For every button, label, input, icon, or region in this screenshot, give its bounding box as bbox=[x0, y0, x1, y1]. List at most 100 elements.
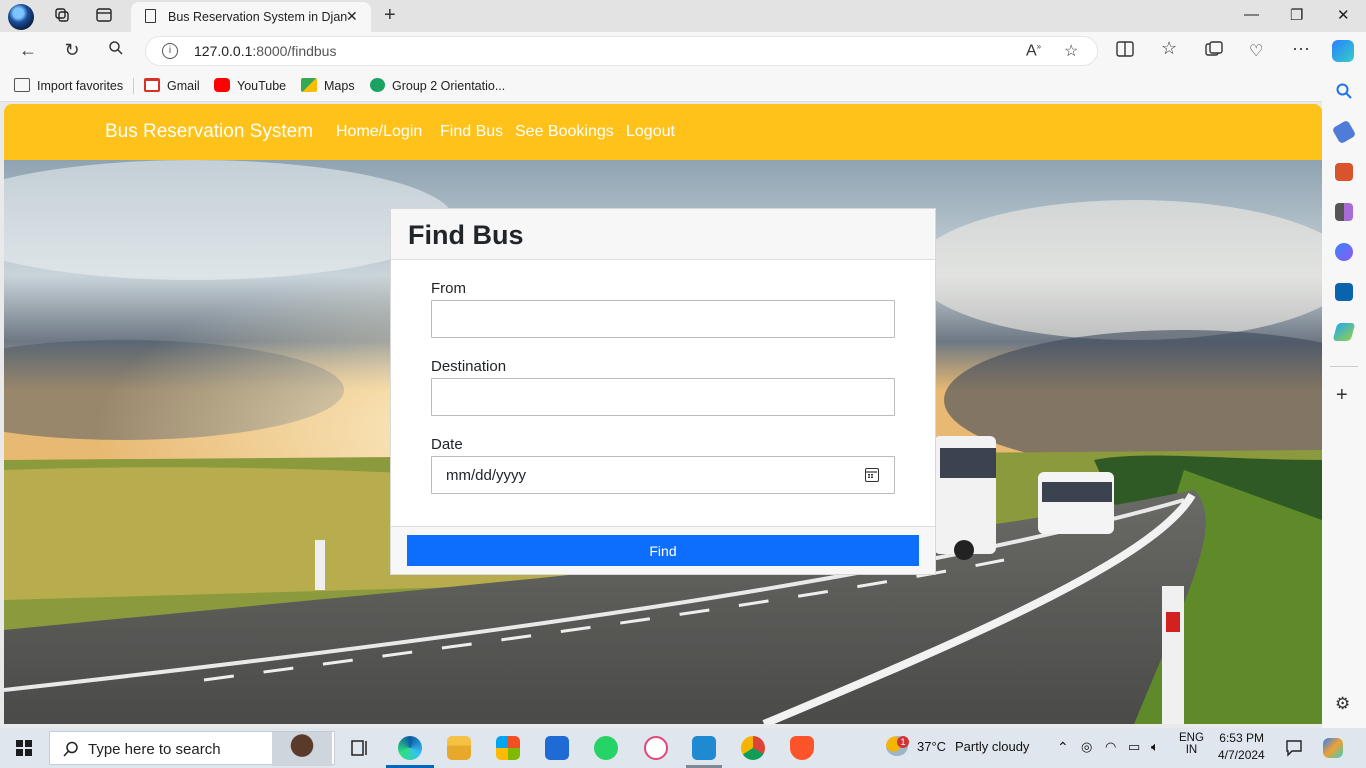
whatsapp-icon[interactable] bbox=[594, 736, 618, 760]
url-host: 127.0.0.1 bbox=[194, 43, 253, 59]
collections-icon[interactable] bbox=[1205, 41, 1223, 62]
notifications-icon[interactable] bbox=[1285, 739, 1303, 762]
youtube-icon bbox=[214, 78, 230, 92]
tab-title: Bus Reservation System in Django bbox=[168, 10, 348, 24]
date-placeholder: mm/dd/yyyy bbox=[446, 467, 527, 484]
read-aloud-icon[interactable]: A» bbox=[1026, 42, 1041, 60]
nav-see-bookings[interactable]: See Bookings bbox=[515, 123, 614, 141]
tools-briefcase-icon[interactable] bbox=[1335, 163, 1353, 181]
new-tab-icon[interactable]: + bbox=[384, 4, 396, 27]
split-screen-icon[interactable] bbox=[1116, 41, 1134, 62]
find-button[interactable]: Find bbox=[407, 535, 919, 566]
fav-maps[interactable]: Maps bbox=[301, 78, 355, 93]
gmail-icon bbox=[144, 78, 160, 92]
from-label: From bbox=[431, 280, 466, 297]
page-icon bbox=[145, 9, 156, 23]
fav-group2[interactable]: Group 2 Orientatio... bbox=[370, 78, 505, 93]
calendar-icon[interactable] bbox=[865, 468, 879, 482]
nav-home-login[interactable]: Home/Login bbox=[336, 123, 422, 141]
mail-icon[interactable] bbox=[545, 736, 569, 760]
file-explorer-icon[interactable] bbox=[447, 736, 471, 760]
favorite-star-icon[interactable]: ☆ bbox=[1064, 41, 1078, 61]
settings-gear-icon[interactable]: ⚙ bbox=[1335, 694, 1350, 714]
address-toolbar: ← ↻ i 127.0.0.1:8000/findbus A» ☆ ☆ ♡ ··… bbox=[0, 32, 1366, 70]
search-icon bbox=[62, 740, 80, 763]
shopping-tag-icon[interactable] bbox=[1331, 119, 1357, 145]
region-code: IN bbox=[1185, 744, 1198, 756]
copilot-taskbar-icon[interactable] bbox=[1323, 738, 1343, 758]
find-bus-card: Find Bus From Destination Date mm/dd/yyy… bbox=[390, 208, 936, 575]
destination-input[interactable] bbox=[431, 378, 895, 416]
fav-gmail[interactable]: Gmail bbox=[144, 78, 200, 93]
fav-divider bbox=[133, 78, 134, 94]
task-view-icon[interactable] bbox=[350, 738, 370, 763]
date-input[interactable]: mm/dd/yyyy bbox=[431, 456, 895, 494]
more-options-icon[interactable]: ··· bbox=[1292, 38, 1310, 59]
card-header: Find Bus bbox=[391, 209, 935, 260]
games-icon[interactable] bbox=[1335, 203, 1353, 221]
refresh-icon[interactable]: ↻ bbox=[60, 40, 84, 61]
maps-icon bbox=[301, 78, 317, 92]
office-icon[interactable] bbox=[1335, 243, 1353, 261]
active-tab[interactable]: Bus Reservation System in Django ✕ bbox=[131, 2, 371, 32]
copilot-icon[interactable] bbox=[1332, 40, 1354, 62]
store-icon[interactable] bbox=[496, 736, 520, 760]
minimize-icon[interactable]: — bbox=[1244, 6, 1259, 23]
edge-app-icon[interactable] bbox=[398, 736, 422, 760]
edge-sidebar: + ⚙ bbox=[1322, 70, 1366, 728]
import-icon bbox=[14, 78, 30, 92]
sidebar-search-icon[interactable] bbox=[1335, 82, 1353, 105]
search-icon[interactable] bbox=[104, 40, 128, 61]
close-tab-icon[interactable]: ✕ bbox=[346, 8, 358, 25]
site-info-icon[interactable]: i bbox=[162, 43, 178, 59]
chrome-icon[interactable] bbox=[741, 736, 765, 760]
brave-icon[interactable] bbox=[790, 736, 814, 760]
from-input[interactable] bbox=[431, 300, 895, 338]
browser-essentials-icon[interactable]: ♡ bbox=[1249, 41, 1263, 61]
brand-link[interactable]: Bus Reservation System bbox=[105, 121, 313, 143]
browser-tab-bar: Bus Reservation System in Django ✕ + — ❐… bbox=[0, 0, 1366, 32]
snipping-tool-icon[interactable] bbox=[644, 736, 668, 760]
weather-temp[interactable]: 37°C bbox=[917, 739, 946, 754]
outlook-icon[interactable] bbox=[1335, 283, 1353, 301]
site-navbar: Bus Reservation System Home/Login Find B… bbox=[4, 104, 1322, 160]
weather-text[interactable]: Partly cloudy bbox=[955, 739, 1029, 754]
wifi-icon[interactable]: ◠ bbox=[1105, 739, 1116, 755]
search-highlight-image bbox=[272, 732, 332, 766]
close-window-icon[interactable]: ✕ bbox=[1337, 6, 1350, 24]
group-icon bbox=[370, 78, 385, 92]
volume-icon[interactable]: 🔈︎ bbox=[1151, 739, 1159, 755]
favorites-icon[interactable]: ☆ bbox=[1161, 38, 1177, 59]
card-footer: Find bbox=[391, 526, 935, 574]
url-input[interactable]: i 127.0.0.1:8000/findbus A» ☆ bbox=[145, 36, 1098, 66]
language-indicator[interactable]: ENG IN bbox=[1179, 732, 1204, 756]
url-path: :8000/findbus bbox=[252, 43, 337, 59]
start-windows-icon[interactable] bbox=[16, 740, 32, 756]
camera-icon[interactable]: ◎ bbox=[1081, 739, 1092, 755]
nav-logout[interactable]: Logout bbox=[626, 123, 675, 141]
vscode-icon[interactable] bbox=[692, 736, 716, 760]
show-hidden-icons-chevron-icon[interactable]: ⌃ bbox=[1057, 739, 1069, 756]
page-viewport: Bus Reservation System Home/Login Find B… bbox=[4, 104, 1322, 724]
fav-import-favorites[interactable]: Import favorites bbox=[14, 78, 123, 93]
battery-icon[interactable]: ▭ bbox=[1128, 739, 1140, 755]
add-sidebar-icon[interactable]: + bbox=[1336, 384, 1348, 407]
card-title: Find Bus bbox=[408, 220, 524, 250]
fav-youtube[interactable]: YouTube bbox=[214, 78, 286, 93]
windows-taskbar: Type here to search 1 37°C Partly cloudy… bbox=[0, 728, 1366, 768]
search-placeholder: Type here to search bbox=[88, 741, 221, 758]
clock[interactable]: 6:53 PM 4/7/2024 bbox=[1218, 731, 1265, 762]
nav-find-bus[interactable]: Find Bus bbox=[440, 123, 503, 141]
back-icon[interactable]: ← bbox=[16, 40, 40, 61]
date-label: Date bbox=[431, 436, 463, 453]
workspaces-icon[interactable] bbox=[52, 6, 72, 26]
profile-avatar[interactable] bbox=[8, 4, 34, 30]
taskbar-search-box[interactable]: Type here to search bbox=[49, 731, 335, 766]
weather-badge: 1 bbox=[897, 736, 909, 748]
url-text: 127.0.0.1:8000/findbus bbox=[194, 43, 336, 59]
restore-icon[interactable]: ❐ bbox=[1290, 6, 1303, 24]
tab-actions-icon[interactable] bbox=[94, 6, 114, 26]
clock-time: 6:53 PM bbox=[1219, 731, 1264, 745]
send-icon[interactable] bbox=[1332, 323, 1356, 341]
sidebar-divider bbox=[1330, 366, 1358, 367]
